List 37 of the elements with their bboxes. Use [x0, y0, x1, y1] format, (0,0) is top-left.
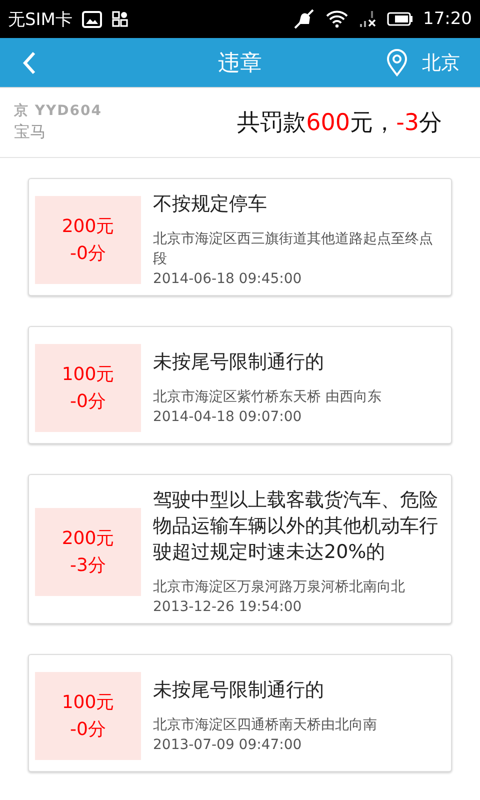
wifi-icon	[325, 10, 349, 28]
fine-amount: 100元	[62, 691, 114, 715]
muted-bell-icon	[293, 9, 315, 29]
violation-title: 未按尾号限制通行的	[153, 678, 325, 703]
violation-location: 北京市海淀区万泉河路万泉河桥北南向北	[153, 578, 406, 597]
license-plate: 京 YYD604	[14, 102, 103, 120]
fine-amount: 100元	[62, 363, 114, 387]
violation-location: 北京市海淀区西三旗街道其他道路起点至终点段	[153, 230, 434, 269]
violation-card[interactable]: 100元 -0分 未按尾号限制通行的 北京市海淀区紫竹桥东天桥 由西向东 2014-04-18 09:07:00	[28, 326, 452, 444]
violation-location: 北京市海淀区紫竹桥东天桥 由西向东	[153, 388, 382, 407]
car-model: 宝马	[14, 122, 47, 143]
violation-title: 不按规定停车	[153, 192, 268, 217]
penalty-points: -0分	[70, 718, 106, 742]
violation-time: 2013-07-09 09:47:00	[153, 736, 303, 755]
carrier-text: 无SIM卡	[8, 8, 72, 30]
penalty-points: -0分	[70, 242, 106, 266]
grid-icon	[112, 11, 128, 27]
clock-time: 17:20	[423, 9, 472, 29]
no-signal-icon	[359, 11, 377, 27]
violation-time: 2013-12-26 19:54:00	[153, 598, 303, 617]
penalty-points: -0分	[70, 390, 106, 414]
fine-amount: 200元	[62, 215, 114, 239]
violation-time: 2014-04-18 09:07:00	[153, 408, 303, 427]
location-pin-icon[interactable]	[386, 48, 408, 76]
penalty-summary: 共罚款600元，-3分	[237, 109, 442, 138]
battery-icon	[387, 12, 413, 26]
penalty-points: -3分	[70, 554, 106, 578]
violation-card[interactable]: 200元 -3分 驾驶中型以上载客载货汽车、危险物品运输车辆以外的其他机动车行驶超过规定时速未达20%的 北京市海淀区万泉河路万泉河桥北南向北 2013-12-26 19:54:00	[28, 474, 452, 624]
violation-card[interactable]: 100元 -0分 未按尾号限制通行的 北京市海淀区四通桥南天桥由北向南 2013-07-09 09:47:00	[28, 654, 452, 772]
fine-amount: 200元	[62, 527, 114, 551]
violation-card[interactable]: 200元 -0分 不按规定停车 北京市海淀区西三旗街道其他道路起点至终点段 2014-06-18 09:45:00	[28, 178, 452, 296]
page-title: 违章	[217, 50, 263, 78]
violation-location: 北京市海淀区四通桥南天桥由北向南	[153, 716, 378, 735]
image-icon	[82, 10, 102, 28]
violation-title: 驾驶中型以上载客载货汽车、危险物品运输车辆以外的其他机动车行驶超过规定时速未达20%的	[153, 488, 439, 565]
violation-time: 2014-06-18 09:45:00	[153, 270, 303, 289]
violation-title: 未按尾号限制通行的	[153, 350, 325, 375]
